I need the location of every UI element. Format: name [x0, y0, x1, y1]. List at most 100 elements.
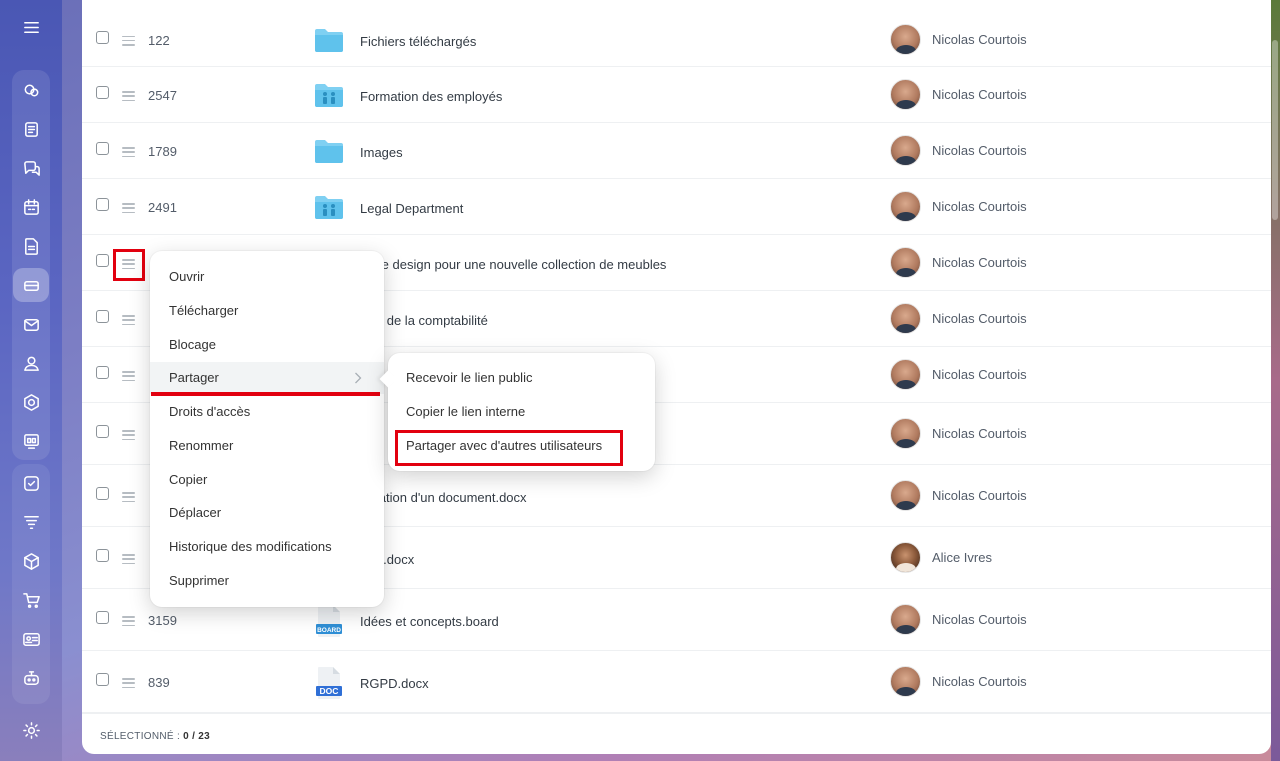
drag-handle-icon[interactable]	[122, 315, 135, 326]
drag-handle-icon[interactable]	[122, 371, 135, 382]
footer-bar: SÉLECTIONNÉ : 0 / 23	[82, 713, 1271, 754]
shared-folder-icon	[314, 82, 344, 108]
file-name[interactable]: Idées et concepts.board	[360, 614, 499, 629]
workflow-icon[interactable]	[13, 385, 49, 419]
box-icon[interactable]	[13, 544, 49, 578]
row-checkbox[interactable]	[96, 425, 109, 438]
menu-item-telecharger[interactable]: Télécharger	[150, 295, 384, 327]
row-checkbox[interactable]	[96, 487, 109, 500]
submenu-item-internal-link[interactable]: Copier le lien interne	[388, 396, 655, 428]
owner-name: Nicolas Courtois	[932, 143, 1027, 158]
drag-handle-icon[interactable]	[122, 678, 135, 689]
scrollbar-thumb[interactable]	[1272, 40, 1278, 220]
file-name[interactable]: Formation des employés	[360, 89, 502, 104]
drag-handle-icon[interactable]	[122, 616, 135, 627]
file-name[interactable]: Fichiers téléchargés	[360, 34, 476, 49]
table-row[interactable]: 122 Fichiers téléchargés Nicolas Courtois	[82, 12, 1271, 67]
filter-icon[interactable]	[13, 505, 49, 539]
owner-name: Nicolas Courtois	[932, 31, 1027, 47]
drive-icon[interactable]	[13, 268, 49, 302]
drag-handle-icon[interactable]	[122, 554, 135, 565]
drag-handle-icon[interactable]	[122, 203, 135, 214]
file-name[interactable]: RGPD.docx	[360, 676, 429, 691]
messenger-icon[interactable]	[13, 151, 49, 185]
file-name[interactable]: Images	[360, 145, 403, 160]
checkbox-icon[interactable]	[13, 466, 49, 500]
avatar	[890, 79, 921, 110]
avatar	[890, 135, 921, 166]
row-checkbox[interactable]	[96, 611, 109, 624]
table-row[interactable]: 1789 Images Nicolas Courtois	[82, 123, 1271, 179]
svg-text:BOARD: BOARD	[317, 627, 341, 634]
drag-handle-icon[interactable]	[122, 35, 135, 46]
avatar	[890, 359, 921, 390]
calendar-icon[interactable]	[13, 190, 49, 224]
menu-item-partager[interactable]: Partager	[150, 362, 384, 394]
row-checkbox[interactable]	[96, 30, 109, 44]
file-name[interactable]: robation d'un document.docx	[360, 490, 527, 505]
row-id: 2547	[148, 88, 177, 103]
owner-name: Nicolas Courtois	[932, 255, 1027, 270]
drag-handle-highlight	[113, 249, 145, 281]
avatar	[890, 604, 921, 635]
chat-bubbles-icon[interactable]	[13, 73, 49, 107]
row-checkbox[interactable]	[96, 673, 109, 686]
avatar	[890, 542, 921, 573]
menu-item-renommer[interactable]: Renommer	[150, 430, 384, 462]
row-checkbox[interactable]	[96, 549, 109, 562]
owner-name: Alice Ivres	[932, 550, 992, 565]
owner-name: Nicolas Courtois	[932, 612, 1027, 627]
selection-label: SÉLECTIONNÉ :	[100, 731, 181, 742]
avatar	[890, 191, 921, 222]
row-checkbox[interactable]	[96, 366, 109, 379]
menu-item-deplacer[interactable]: Déplacer	[150, 497, 384, 529]
avatar	[890, 303, 921, 334]
selection-counter: SÉLECTIONNÉ : 0 / 23	[100, 731, 210, 742]
settings-icon[interactable]	[13, 713, 49, 747]
file-name[interactable]: Legal Department	[360, 201, 463, 216]
row-checkbox[interactable]	[96, 254, 109, 267]
drag-handle-icon[interactable]	[122, 430, 135, 441]
menu-item-historique[interactable]: Historique des modifications	[150, 531, 384, 563]
menu-item-supprimer[interactable]: Supprimer	[150, 565, 384, 597]
submenu-item-public-link[interactable]: Recevoir le lien public	[388, 362, 655, 394]
owner-name: Nicolas Courtois	[932, 674, 1027, 689]
row-checkbox[interactable]	[96, 86, 109, 99]
tasks-icon[interactable]	[13, 112, 49, 146]
mail-icon[interactable]	[13, 307, 49, 341]
row-checkbox[interactable]	[96, 198, 109, 211]
row-checkbox[interactable]	[96, 142, 109, 155]
drag-handle-icon[interactable]	[122, 492, 135, 503]
id-card-icon[interactable]	[13, 622, 49, 656]
chevron-right-icon	[355, 372, 362, 384]
table-row[interactable]: 2547 Formation des employés Nicolas Courto…	[82, 67, 1271, 123]
menu-item-droits[interactable]: Droits d'accès	[150, 396, 384, 428]
contacts-icon[interactable]	[13, 346, 49, 380]
menu-item-blocage[interactable]: Blocage	[150, 329, 384, 361]
avatar	[890, 666, 921, 697]
app-sidebar	[0, 0, 62, 761]
avatar	[890, 23, 921, 55]
robot-icon[interactable]	[13, 661, 49, 695]
drag-handle-icon[interactable]	[122, 147, 135, 158]
documents-icon[interactable]	[13, 229, 49, 263]
owner-name: Nicolas Courtois	[932, 87, 1027, 102]
menu-icon[interactable]	[13, 10, 49, 44]
cart-icon[interactable]	[13, 583, 49, 617]
owner-name: Nicolas Courtois	[932, 199, 1027, 214]
menu-item-copier[interactable]: Copier	[150, 464, 384, 496]
owner-name: Nicolas Courtois	[932, 367, 1027, 382]
drag-handle-icon[interactable]	[122, 91, 135, 102]
row-id: 839	[148, 675, 170, 690]
row-id: 122	[148, 32, 170, 48]
table-row[interactable]: 839 DOC RGPD.docx Nicolas Courtois	[82, 651, 1271, 713]
menu-item-ouvrir[interactable]: Ouvrir	[150, 261, 384, 293]
row-checkbox[interactable]	[96, 310, 109, 323]
table-row[interactable]: 2491 Legal Department Nicolas Courtois	[82, 179, 1271, 235]
avatar	[890, 418, 921, 449]
selection-value: 0 / 23	[183, 731, 210, 742]
file-name[interactable]: et de design pour une nouvelle collectio…	[360, 257, 666, 272]
presentation-icon[interactable]	[13, 424, 49, 458]
folder-icon	[314, 138, 344, 164]
partager-underline	[151, 392, 380, 396]
